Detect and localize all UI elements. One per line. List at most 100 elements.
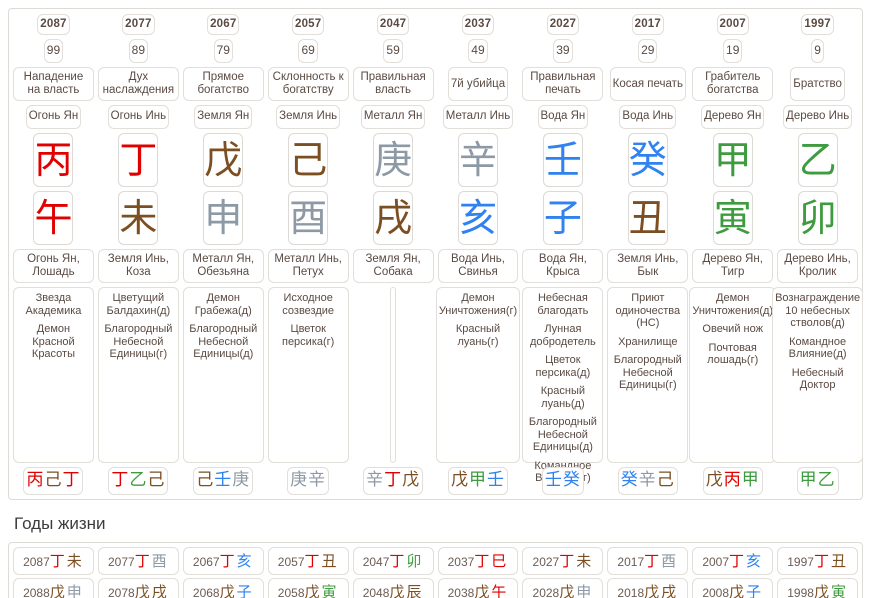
- pillar-branch-cell[interactable]: 酉: [268, 191, 349, 245]
- pillar-branch-cell[interactable]: 卯: [777, 191, 858, 245]
- year-pill[interactable]: 2087: [37, 14, 70, 35]
- heavenly-stem-char[interactable]: 壬: [542, 133, 583, 187]
- year-pill[interactable]: 2047: [376, 14, 410, 35]
- pillar-year-cell[interactable]: 2047: [353, 14, 434, 35]
- heavenly-stem-char[interactable]: 戊: [203, 133, 244, 187]
- pillar-branch-cell[interactable]: 戌: [353, 191, 434, 245]
- pillar-year-cell[interactable]: 2077: [98, 14, 179, 35]
- pillar-age-cell: 19: [692, 39, 773, 63]
- earthly-branch-char[interactable]: 子: [542, 191, 583, 245]
- pillar-branch-cell[interactable]: 寅: [692, 191, 773, 245]
- heavenly-stem-char[interactable]: 癸: [627, 133, 668, 187]
- ten-god-label: Нападение на власть: [13, 67, 94, 101]
- earthly-branch-char[interactable]: 戌: [373, 191, 414, 245]
- heavenly-stem-char[interactable]: 辛: [457, 133, 498, 187]
- pillar-branch-cell[interactable]: 午: [13, 191, 94, 245]
- pillar-year-cell[interactable]: 1997: [777, 14, 858, 35]
- pillar-stem-cell[interactable]: 丙: [13, 133, 94, 187]
- year-item[interactable]: 2067丁亥: [182, 547, 264, 575]
- year-item[interactable]: 2047丁卯: [352, 547, 434, 575]
- pillar-stem-cell[interactable]: 壬: [522, 133, 603, 187]
- year-item[interactable]: 2018戊戌: [607, 578, 689, 598]
- year-stem-char: 丁: [219, 552, 237, 570]
- year-pill[interactable]: 2017: [631, 14, 664, 35]
- pillar-branch-desc-cell: Земля Инь, Бык: [607, 249, 689, 283]
- pillar-stem-cell[interactable]: 己: [268, 133, 349, 187]
- pillar-stem-cell[interactable]: 戊: [183, 133, 264, 187]
- earthly-branch-char[interactable]: 寅: [712, 191, 753, 245]
- pillar-stem-cell[interactable]: 丁: [98, 133, 179, 187]
- earthly-branch-char[interactable]: 申: [203, 191, 244, 245]
- year-pill[interactable]: 2027: [546, 14, 580, 35]
- pillar-year-cell[interactable]: 2017: [607, 14, 688, 35]
- year-item[interactable]: 2038戊午: [437, 578, 519, 598]
- stem-element-label: Огонь Ян: [25, 105, 82, 129]
- pillar-branch-cell[interactable]: 申: [183, 191, 264, 245]
- pillar-year-cell[interactable]: 2037: [438, 14, 519, 35]
- year-item[interactable]: 2077丁酉: [97, 547, 179, 575]
- pillar-year-cell[interactable]: 2057: [268, 14, 349, 35]
- earthly-branch-char[interactable]: 酉: [288, 191, 329, 245]
- earthly-branch-char[interactable]: 亥: [457, 191, 498, 245]
- heavenly-stem-char[interactable]: 庚: [373, 133, 414, 187]
- year-number: 2007: [702, 555, 730, 569]
- pillar-stem-cell[interactable]: 癸: [607, 133, 688, 187]
- age-value: 69: [298, 39, 318, 63]
- pillar-stars-cell: Вознаграждение 10 небесных стволов(д) Ком…: [772, 287, 864, 463]
- year-item[interactable]: 2037丁巳: [437, 547, 519, 575]
- heavenly-stem-char[interactable]: 己: [288, 133, 329, 187]
- pillar-stem-cell[interactable]: 辛: [438, 133, 519, 187]
- year-item[interactable]: 2087丁未: [13, 547, 94, 575]
- symbolic-stars-list: [390, 287, 397, 463]
- heavenly-stem-char[interactable]: 丙: [33, 133, 74, 187]
- year-item[interactable]: 2068戊子: [182, 578, 264, 598]
- pillar-year-cell[interactable]: 2087: [13, 14, 94, 35]
- pillar-branch-cell[interactable]: 丑: [607, 191, 688, 245]
- earthly-branch-char[interactable]: 卯: [797, 191, 838, 245]
- year-item[interactable]: 2007丁亥: [692, 547, 774, 575]
- symbolic-star: Звезда Академика: [25, 292, 82, 317]
- year-number: 2057: [277, 555, 305, 569]
- earthly-branch-char[interactable]: 未: [118, 191, 159, 245]
- year-branch-char: 未: [576, 552, 594, 570]
- year-pill[interactable]: 2037: [461, 14, 495, 35]
- heavenly-stem-char[interactable]: 丁: [118, 133, 159, 187]
- earthly-branch-char[interactable]: 午: [33, 191, 74, 245]
- year-ganzhi: 戊子: [220, 583, 254, 598]
- pillar-year-cell[interactable]: 2027: [522, 14, 603, 35]
- year-item[interactable]: 2048戊辰: [352, 578, 434, 598]
- year-pill[interactable]: 1997: [801, 14, 834, 35]
- year-item[interactable]: 1997丁丑: [777, 547, 859, 575]
- year-pill[interactable]: 2067: [207, 14, 240, 35]
- year-item[interactable]: 2088戊申: [13, 578, 94, 598]
- year-item[interactable]: 2078戊戌: [97, 578, 179, 598]
- years-row: 2087丁未 2077丁酉 2067丁亥 2057丁丑 2047丁卯 2037丁巳 2027…: [13, 547, 859, 575]
- year-pill[interactable]: 2077: [122, 14, 155, 35]
- row-hidden-stems: 丙己丁 丁乙己 己壬庚 庚辛 辛丁戊 戊甲壬 壬癸 癸辛己 戊丙甲 甲乙: [13, 467, 858, 495]
- year-item[interactable]: 1998戊寅: [777, 578, 859, 598]
- pillar-branch-cell[interactable]: 亥: [438, 191, 519, 245]
- pillar-hidden-stems-cell: 戊丙甲: [692, 467, 773, 495]
- pillar-year-cell[interactable]: 2007: [692, 14, 773, 35]
- year-stem-char: 戊: [474, 583, 492, 598]
- pillar-stem-cell[interactable]: 甲: [692, 133, 773, 187]
- year-item[interactable]: 2057丁丑: [267, 547, 349, 575]
- year-item[interactable]: 2058戊寅: [267, 578, 349, 598]
- year-number: 2048: [362, 586, 390, 598]
- year-pill[interactable]: 2057: [291, 14, 325, 35]
- heavenly-stem-char[interactable]: 乙: [797, 133, 838, 187]
- year-item[interactable]: 2017丁酉: [607, 547, 689, 575]
- pillar-branch-cell[interactable]: 未: [98, 191, 179, 245]
- heavenly-stem-char[interactable]: 甲: [712, 133, 753, 187]
- year-item[interactable]: 2008戊子: [692, 578, 774, 598]
- year-pill[interactable]: 2007: [716, 14, 749, 35]
- symbolic-star: Хранилище: [618, 335, 678, 348]
- pillar-branch-cell[interactable]: 子: [522, 191, 603, 245]
- earthly-branch-char[interactable]: 丑: [627, 191, 668, 245]
- pillar-stem-cell[interactable]: 庚: [353, 133, 434, 187]
- year-item[interactable]: 2027丁未: [522, 547, 604, 575]
- pillar-stem-cell[interactable]: 乙: [777, 133, 858, 187]
- pillar-year-cell[interactable]: 2067: [183, 14, 264, 35]
- year-branch-char: 巳: [491, 552, 509, 570]
- year-item[interactable]: 2028戊申: [522, 578, 604, 598]
